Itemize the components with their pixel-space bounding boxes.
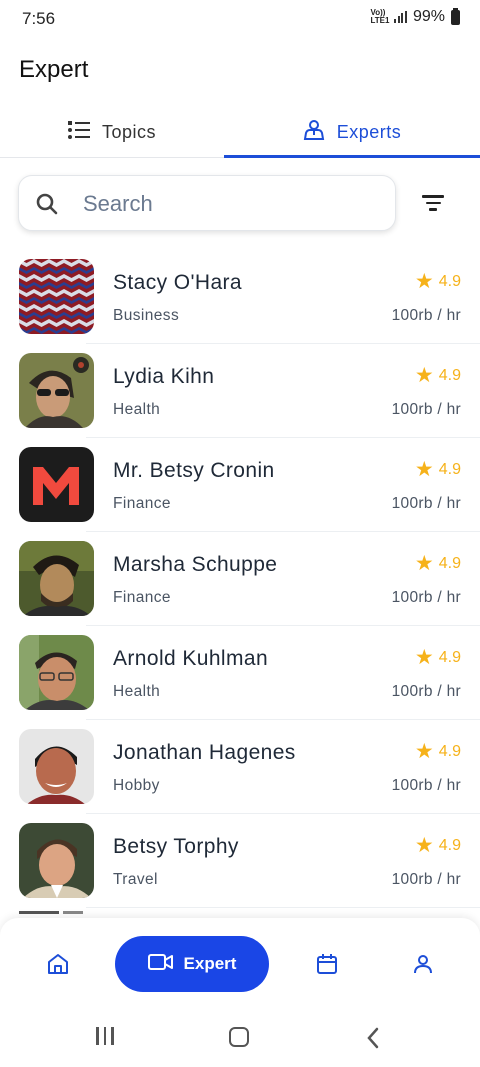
expert-row[interactable]: Mr. Betsy Cronin Finance ★ 4.9 100rb / hr: [0, 438, 480, 532]
tab-experts[interactable]: Experts: [224, 106, 480, 158]
star-icon: ★: [414, 646, 434, 669]
tab-indicator: [224, 155, 480, 158]
expert-name: Betsy Torphy: [113, 835, 239, 858]
expert-category: Travel: [113, 871, 158, 888]
expert-name: Jonathan Hagenes: [113, 741, 296, 764]
expert-row[interactable]: Lydia Kihn Health ★ 4.9 100rb / hr: [0, 344, 480, 438]
avatar: [19, 259, 94, 334]
rating: ★ 4.9: [415, 271, 461, 292]
search-box[interactable]: [18, 175, 396, 232]
nav-home-button[interactable]: [44, 952, 72, 980]
expert-category: Finance: [113, 495, 171, 512]
rating-value: 4.9: [438, 836, 461, 854]
rating-value: 4.9: [438, 554, 461, 572]
star-icon: ★: [414, 834, 434, 857]
rating: ★ 4.9: [415, 647, 461, 668]
battery-percent: 99%: [412, 8, 445, 25]
status-icons: Vo)) LTE1 99%: [370, 7, 460, 26]
expert-category: Health: [113, 683, 161, 700]
expert-price: 100rb / hr: [391, 401, 461, 418]
tab-topics[interactable]: Topics: [0, 106, 224, 158]
back-button[interactable]: [366, 1027, 380, 1049]
tab-experts-label: Experts: [336, 121, 402, 142]
expert-category: Health: [113, 401, 161, 418]
status-bar: 7:56 Vo)) LTE1 99%: [0, 0, 480, 38]
rating: ★ 4.9: [415, 741, 461, 762]
system-nav-bar: [0, 1010, 480, 1067]
expert-row[interactable]: Marsha Schuppe Finance ★ 4.9 100rb / hr: [0, 532, 480, 626]
expert-price: 100rb / hr: [391, 777, 461, 794]
nav-expert-label: Expert: [183, 954, 237, 973]
nav-calendar-button[interactable]: [313, 952, 341, 980]
expert-name: Mr. Betsy Cronin: [113, 459, 275, 482]
rating: ★ 4.9: [415, 459, 461, 480]
nav-expert-button[interactable]: Expert: [115, 936, 269, 992]
expert-name: Stacy O'Hara: [113, 271, 243, 294]
avatar: [19, 635, 94, 710]
avatar: [19, 353, 94, 428]
star-icon: ★: [414, 364, 434, 387]
rating-value: 4.9: [438, 648, 461, 666]
avatar: [19, 541, 94, 616]
star-icon: ★: [414, 740, 434, 763]
rating: ★ 4.9: [415, 553, 461, 574]
expert-row[interactable]: Jonathan Hagenes Hobby ★ 4.9 100rb / hr: [0, 720, 480, 814]
avatar: [19, 447, 94, 522]
expert-price: 100rb / hr: [391, 683, 461, 700]
star-icon: ★: [414, 458, 434, 481]
expert-price: 100rb / hr: [391, 495, 461, 512]
person-badge-icon: [303, 119, 325, 146]
star-icon: ★: [414, 270, 434, 293]
status-time: 7:56: [22, 9, 56, 28]
avatar: [19, 823, 94, 898]
home-icon: [46, 952, 70, 981]
expert-row[interactable]: Stacy O'Hara Business ★ 4.9 100rb / hr: [0, 250, 480, 344]
star-icon: ★: [414, 552, 434, 575]
person-icon: [411, 952, 435, 981]
volte-icon: Vo)) LTE1: [370, 8, 390, 25]
signal-icon: [394, 11, 407, 23]
expert-row[interactable]: Betsy Torphy Travel ★ 4.9 100rb / hr: [0, 814, 480, 908]
avatar: [19, 729, 94, 804]
battery-icon: [451, 7, 460, 25]
expert-price: 100rb / hr: [391, 871, 461, 888]
expert-price: 100rb / hr: [391, 307, 461, 324]
rating: ★ 4.9: [415, 835, 461, 856]
bottom-nav: Expert: [0, 918, 480, 1010]
filter-button[interactable]: [415, 188, 451, 218]
expert-category: Finance: [113, 589, 171, 606]
nav-profile-button[interactable]: [409, 952, 437, 980]
filter-icon: [422, 195, 444, 198]
expert-price: 100rb / hr: [391, 589, 461, 606]
recent-apps-button[interactable]: [96, 1027, 114, 1049]
rating-value: 4.9: [438, 460, 461, 478]
rating-value: 4.9: [438, 742, 461, 760]
expert-name: Lydia Kihn: [113, 365, 215, 388]
calendar-icon: [315, 952, 339, 981]
tab-bar: Topics Experts: [0, 106, 480, 158]
expert-category: Business: [113, 307, 180, 324]
expert-list: Stacy O'Hara Business ★ 4.9 100rb / hr Ly…: [0, 250, 480, 908]
expert-row[interactable]: Arnold Kuhlman Health ★ 4.9 100rb / hr: [0, 626, 480, 720]
list-icon: [67, 120, 90, 145]
search-input[interactable]: [83, 176, 383, 232]
search-icon: [35, 192, 59, 221]
expert-category: Hobby: [113, 777, 160, 794]
expert-name: Arnold Kuhlman: [113, 647, 269, 670]
rating-value: 4.9: [438, 272, 461, 290]
rating: ★ 4.9: [415, 365, 461, 386]
video-camera-icon: [147, 953, 174, 976]
page-title: Expert: [19, 56, 89, 83]
rating-value: 4.9: [438, 366, 461, 384]
tab-topics-label: Topics: [101, 121, 157, 142]
expert-name: Marsha Schuppe: [113, 553, 278, 576]
back-icon: [367, 1027, 379, 1049]
system-home-button[interactable]: [229, 1027, 249, 1047]
divider: [86, 907, 480, 908]
